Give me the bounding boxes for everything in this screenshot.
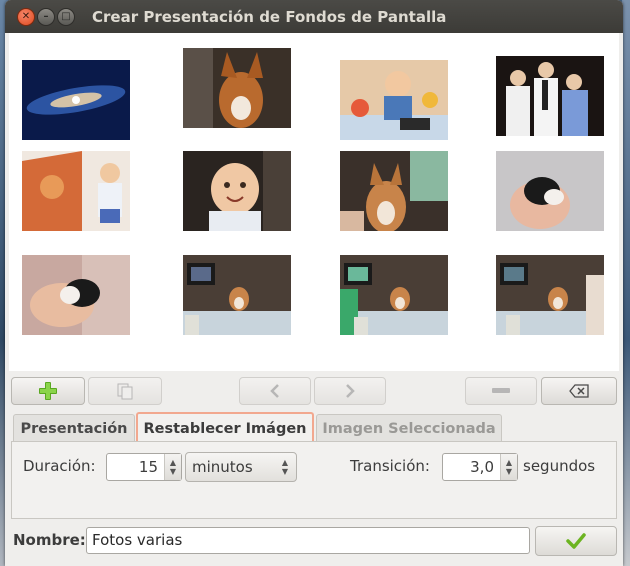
copy-image-button[interactable] [88, 377, 162, 405]
maximize-window-button[interactable]: □ [57, 8, 75, 26]
transition-spinner[interactable]: 3,0 ▲ ▼ [442, 453, 518, 481]
desktop-background-right [622, 0, 630, 566]
backspace-icon [569, 384, 589, 398]
tab-selected-image[interactable]: Imagen Seleccionada [316, 414, 502, 442]
minimize-window-button[interactable]: – [37, 8, 55, 26]
clear-all-button[interactable] [541, 377, 617, 405]
image-gallery[interactable] [9, 33, 619, 371]
footer: Nombre: Fotos varias [5, 521, 623, 566]
name-input[interactable]: Fotos varias [86, 527, 530, 554]
accept-button[interactable] [535, 526, 617, 556]
plus-icon [39, 382, 57, 400]
copy-icon [117, 383, 133, 400]
settings-panel: Duración: 15 ▲ ▼ minutos ▲ ▼ Transición: 3… [11, 441, 617, 519]
tab-presentation[interactable]: Presentación [13, 414, 135, 442]
transition-value[interactable]: 3,0 [443, 454, 500, 480]
chevron-left-icon [270, 384, 279, 398]
chevron-right-icon [346, 384, 355, 398]
window-title: Crear Presentación de Fondos de Pantalla [92, 8, 447, 26]
thumbnail-dog-by-table-3[interactable] [496, 255, 604, 335]
checkmark-icon [566, 533, 586, 549]
dialog-window: ✕ – □ Crear Presentación de Fondos de Pa… [5, 0, 623, 566]
previous-image-button[interactable] [239, 377, 311, 405]
transition-unit-label: segundos [523, 457, 596, 475]
combo-arrows-icon: ▲ ▼ [281, 458, 288, 476]
thumbnail-galaxy[interactable] [22, 60, 130, 140]
close-window-button[interactable]: ✕ [17, 8, 35, 26]
thumbnail-puppy-held[interactable] [22, 255, 130, 335]
title-bar[interactable]: ✕ – □ Crear Presentación de Fondos de Pa… [5, 0, 623, 33]
thumbnail-dog-close-up[interactable] [183, 48, 291, 128]
thumbnail-puppy-in-hand[interactable] [496, 151, 604, 231]
thumbnail-baby-with-toys[interactable] [340, 60, 448, 140]
name-label: Nombre: [13, 531, 86, 549]
duration-unit-value: minutos [192, 458, 253, 476]
thumbnail-dog-indoors[interactable] [340, 151, 448, 231]
thumbnail-dog-by-table-2[interactable] [340, 255, 448, 335]
thumbnail-smiling-baby[interactable] [183, 151, 291, 231]
thumbnail-baby-in-chair[interactable] [22, 151, 130, 231]
remove-image-button[interactable] [465, 377, 537, 405]
tab-bar: Presentación Restablecer Imágen Imagen S… [5, 410, 623, 443]
transition-label: Transición: [350, 457, 430, 475]
thumbnail-group-of-men[interactable] [496, 56, 604, 136]
minus-icon [492, 388, 510, 393]
add-image-button[interactable] [11, 377, 85, 405]
tab-reset-image[interactable]: Restablecer Imágen [136, 412, 314, 443]
next-image-button[interactable] [314, 377, 386, 405]
duration-unit-select[interactable]: minutos ▲ ▼ [185, 452, 297, 482]
toolbar [5, 371, 623, 409]
duration-value[interactable]: 15 [107, 454, 164, 480]
spinner-arrows-icon[interactable]: ▲ ▼ [164, 454, 181, 480]
duration-label: Duración: [23, 457, 96, 475]
spinner-arrows-icon[interactable]: ▲ ▼ [500, 454, 517, 480]
thumbnail-dog-by-table-1[interactable] [183, 255, 291, 335]
duration-spinner[interactable]: 15 ▲ ▼ [106, 453, 182, 481]
